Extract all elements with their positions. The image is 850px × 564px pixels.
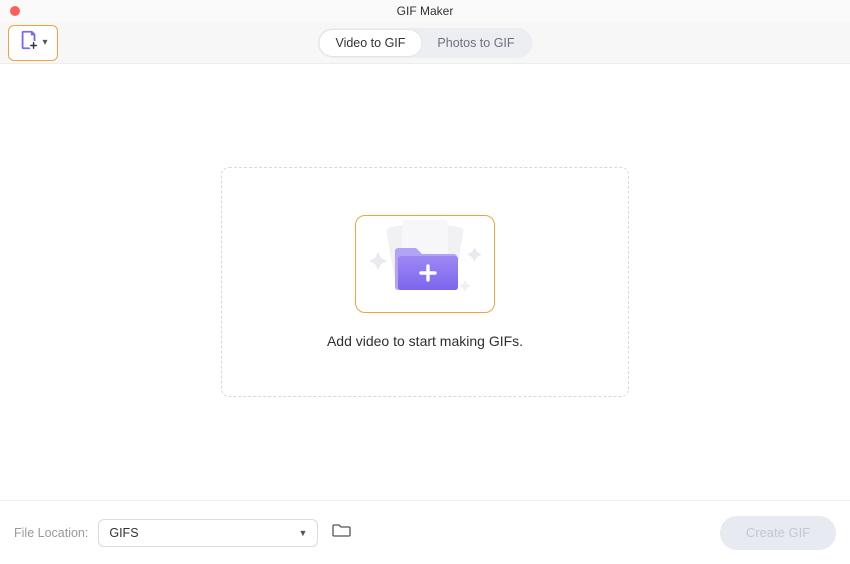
mode-tabs: Video to GIF Photos to GIF [317,28,532,58]
chevron-down-icon: ▼ [298,528,307,538]
add-video-graphic[interactable] [355,215,495,313]
tab-video-to-gif[interactable]: Video to GIF [319,30,421,56]
toolbar: ▾ Video to GIF Photos to GIF [0,22,850,64]
footer: File Location: GIFS ▼ Create GIF [0,500,850,564]
dropzone-prompt: Add video to start making GIFs. [327,333,523,349]
add-file-button[interactable]: ▾ [8,25,58,61]
folder-open-icon [332,522,352,543]
file-location-value: GIFS [109,526,138,540]
window-title: GIF Maker [397,4,454,18]
close-window-button[interactable] [10,6,20,16]
folder-add-icon [360,218,490,311]
dropzone[interactable]: Add video to start making GIFs. [221,167,629,397]
file-location-label: File Location: [14,526,88,540]
open-folder-button[interactable] [328,522,356,544]
chevron-down-icon: ▾ [42,37,47,48]
titlebar: GIF Maker [0,0,850,22]
add-file-icon [18,29,40,56]
create-gif-button[interactable]: Create GIF [720,516,836,550]
main-area: Add video to start making GIFs. [0,64,850,500]
tab-photos-to-gif[interactable]: Photos to GIF [421,30,530,56]
file-location-select[interactable]: GIFS ▼ [98,519,318,547]
